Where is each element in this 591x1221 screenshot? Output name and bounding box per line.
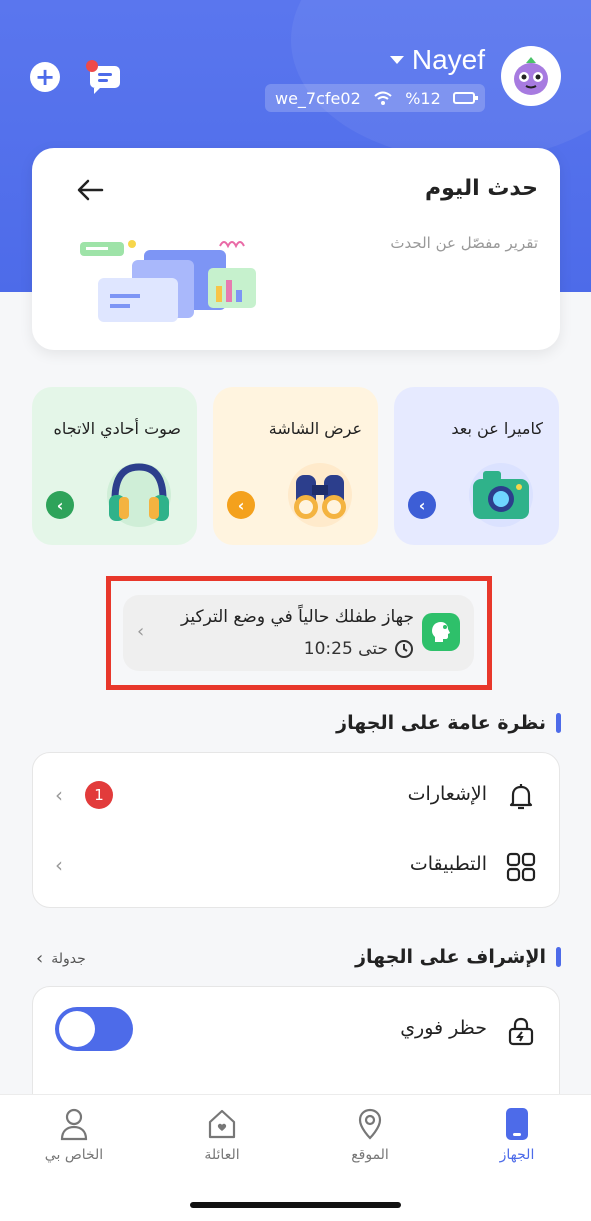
report-illustration bbox=[80, 240, 256, 322]
tab-label: الموقع bbox=[351, 1147, 389, 1163]
user-switcher[interactable]: Nayef bbox=[265, 44, 485, 76]
chevron-left-icon: ‹ bbox=[408, 491, 436, 519]
focus-mode-icon bbox=[422, 613, 460, 651]
lock-bolt-icon bbox=[508, 1017, 534, 1046]
notification-count-badge: 1 bbox=[85, 781, 113, 809]
apps-label: التطبيقات bbox=[409, 853, 487, 875]
today-event-card[interactable]: حدث اليوم تقرير مفصّل عن الحدث bbox=[32, 148, 560, 350]
user-name: Nayef bbox=[411, 44, 485, 75]
tab-family[interactable]: العائلة bbox=[162, 1107, 282, 1163]
schedule-label: جدولة bbox=[51, 950, 86, 967]
add-button[interactable]: + bbox=[30, 62, 60, 92]
focus-mode-highlight: جهاز طفلك حالياً في وضع التركيز حتى 10:2… bbox=[106, 576, 492, 690]
headphones-icon bbox=[107, 463, 171, 527]
apps-grid-icon bbox=[506, 852, 536, 882]
tab-location[interactable]: الموقع bbox=[310, 1107, 430, 1163]
chevron-left-icon: ‹ bbox=[55, 783, 63, 807]
tab-label: الجهاز bbox=[499, 1147, 535, 1163]
section-title: الإشراف على الجهاز bbox=[355, 946, 546, 968]
avatar[interactable] bbox=[501, 46, 561, 106]
clock-icon bbox=[395, 640, 413, 658]
camera-icon bbox=[469, 463, 533, 527]
feature-remote-camera[interactable]: كاميرا عن بعد ‹ bbox=[394, 387, 559, 545]
chevron-left-icon: ‹ bbox=[137, 621, 145, 642]
tab-device[interactable]: الجهاز bbox=[457, 1107, 577, 1163]
apps-row[interactable]: التطبيقات ‹ bbox=[33, 847, 559, 887]
chevron-left-icon: ‹ bbox=[55, 853, 63, 877]
feature-label: صوت أحادي الاتجاه bbox=[53, 419, 181, 438]
tab-profile[interactable]: الخاص بي bbox=[14, 1107, 134, 1163]
focus-mode-until: حتى 10:25 bbox=[304, 639, 414, 659]
feature-one-way-audio[interactable]: صوت أحادي الاتجاه ‹ bbox=[32, 387, 197, 545]
head-profile-icon bbox=[432, 622, 450, 642]
home-heart-icon bbox=[208, 1109, 236, 1139]
chevron-left-icon: ‹ bbox=[227, 491, 255, 519]
grape-avatar-icon bbox=[514, 57, 548, 95]
home-indicator bbox=[190, 1202, 401, 1208]
toggle-knob bbox=[59, 1011, 95, 1047]
feature-label: عرض الشاشة bbox=[268, 419, 362, 438]
device-status: we_7cfe02 %12 bbox=[265, 84, 485, 112]
event-description: تقرير مفصّل عن الحدث bbox=[390, 234, 538, 252]
unread-dot bbox=[86, 60, 98, 72]
tab-label: العائلة bbox=[204, 1147, 240, 1163]
device-supervision-header: الإشراف على الجهاز bbox=[355, 946, 561, 968]
caret-down-icon bbox=[389, 56, 404, 64]
messages-button[interactable] bbox=[86, 60, 122, 94]
feature-screen-view[interactable]: عرض الشاشة ‹ bbox=[213, 387, 378, 545]
tab-label: الخاص بي bbox=[44, 1147, 104, 1163]
instant-block-toggle[interactable] bbox=[55, 1007, 133, 1051]
notifications-row[interactable]: الإشعارات 1 ‹ bbox=[33, 777, 559, 817]
wifi-name: we_7cfe02 bbox=[275, 88, 361, 108]
battery-icon bbox=[452, 92, 478, 104]
user-info: Nayef we_7cfe02 %12 bbox=[265, 44, 485, 112]
location-pin-icon bbox=[358, 1108, 382, 1140]
device-overview-card: الإشعارات 1 ‹ التطبيقات ‹ bbox=[32, 752, 560, 908]
bell-icon bbox=[509, 784, 533, 810]
instant-block-row: حظر فوري bbox=[33, 1007, 559, 1095]
plus-icon: + bbox=[34, 63, 56, 91]
focus-until-text: حتى 10:25 bbox=[303, 639, 388, 659]
section-accent bbox=[556, 713, 561, 733]
person-icon bbox=[60, 1108, 88, 1141]
focus-mode-banner[interactable]: جهاز طفلك حالياً في وضع التركيز حتى 10:2… bbox=[123, 595, 474, 671]
focus-mode-text: جهاز طفلك حالياً في وضع التركيز bbox=[180, 607, 414, 627]
arrow-left-icon[interactable] bbox=[74, 174, 106, 206]
device-icon bbox=[506, 1108, 528, 1140]
section-accent bbox=[556, 947, 561, 967]
schedule-link[interactable]: ‹ جدولة bbox=[36, 948, 86, 969]
feature-label: كاميرا عن بعد bbox=[451, 419, 543, 438]
notifications-label: الإشعارات bbox=[407, 783, 487, 805]
wifi-icon bbox=[374, 91, 392, 105]
event-title: حدث اليوم bbox=[424, 176, 538, 201]
chevron-left-icon: ‹ bbox=[46, 491, 74, 519]
chevron-left-icon: ‹ bbox=[36, 948, 44, 969]
section-title: نظرة عامة على الجهاز bbox=[336, 712, 546, 734]
instant-block-label: حظر فوري bbox=[400, 1017, 487, 1039]
binoculars-icon bbox=[288, 463, 352, 527]
header-actions: + bbox=[30, 60, 122, 94]
battery-level: %12 bbox=[405, 88, 441, 108]
device-overview-header: نظرة عامة على الجهاز bbox=[336, 712, 561, 734]
